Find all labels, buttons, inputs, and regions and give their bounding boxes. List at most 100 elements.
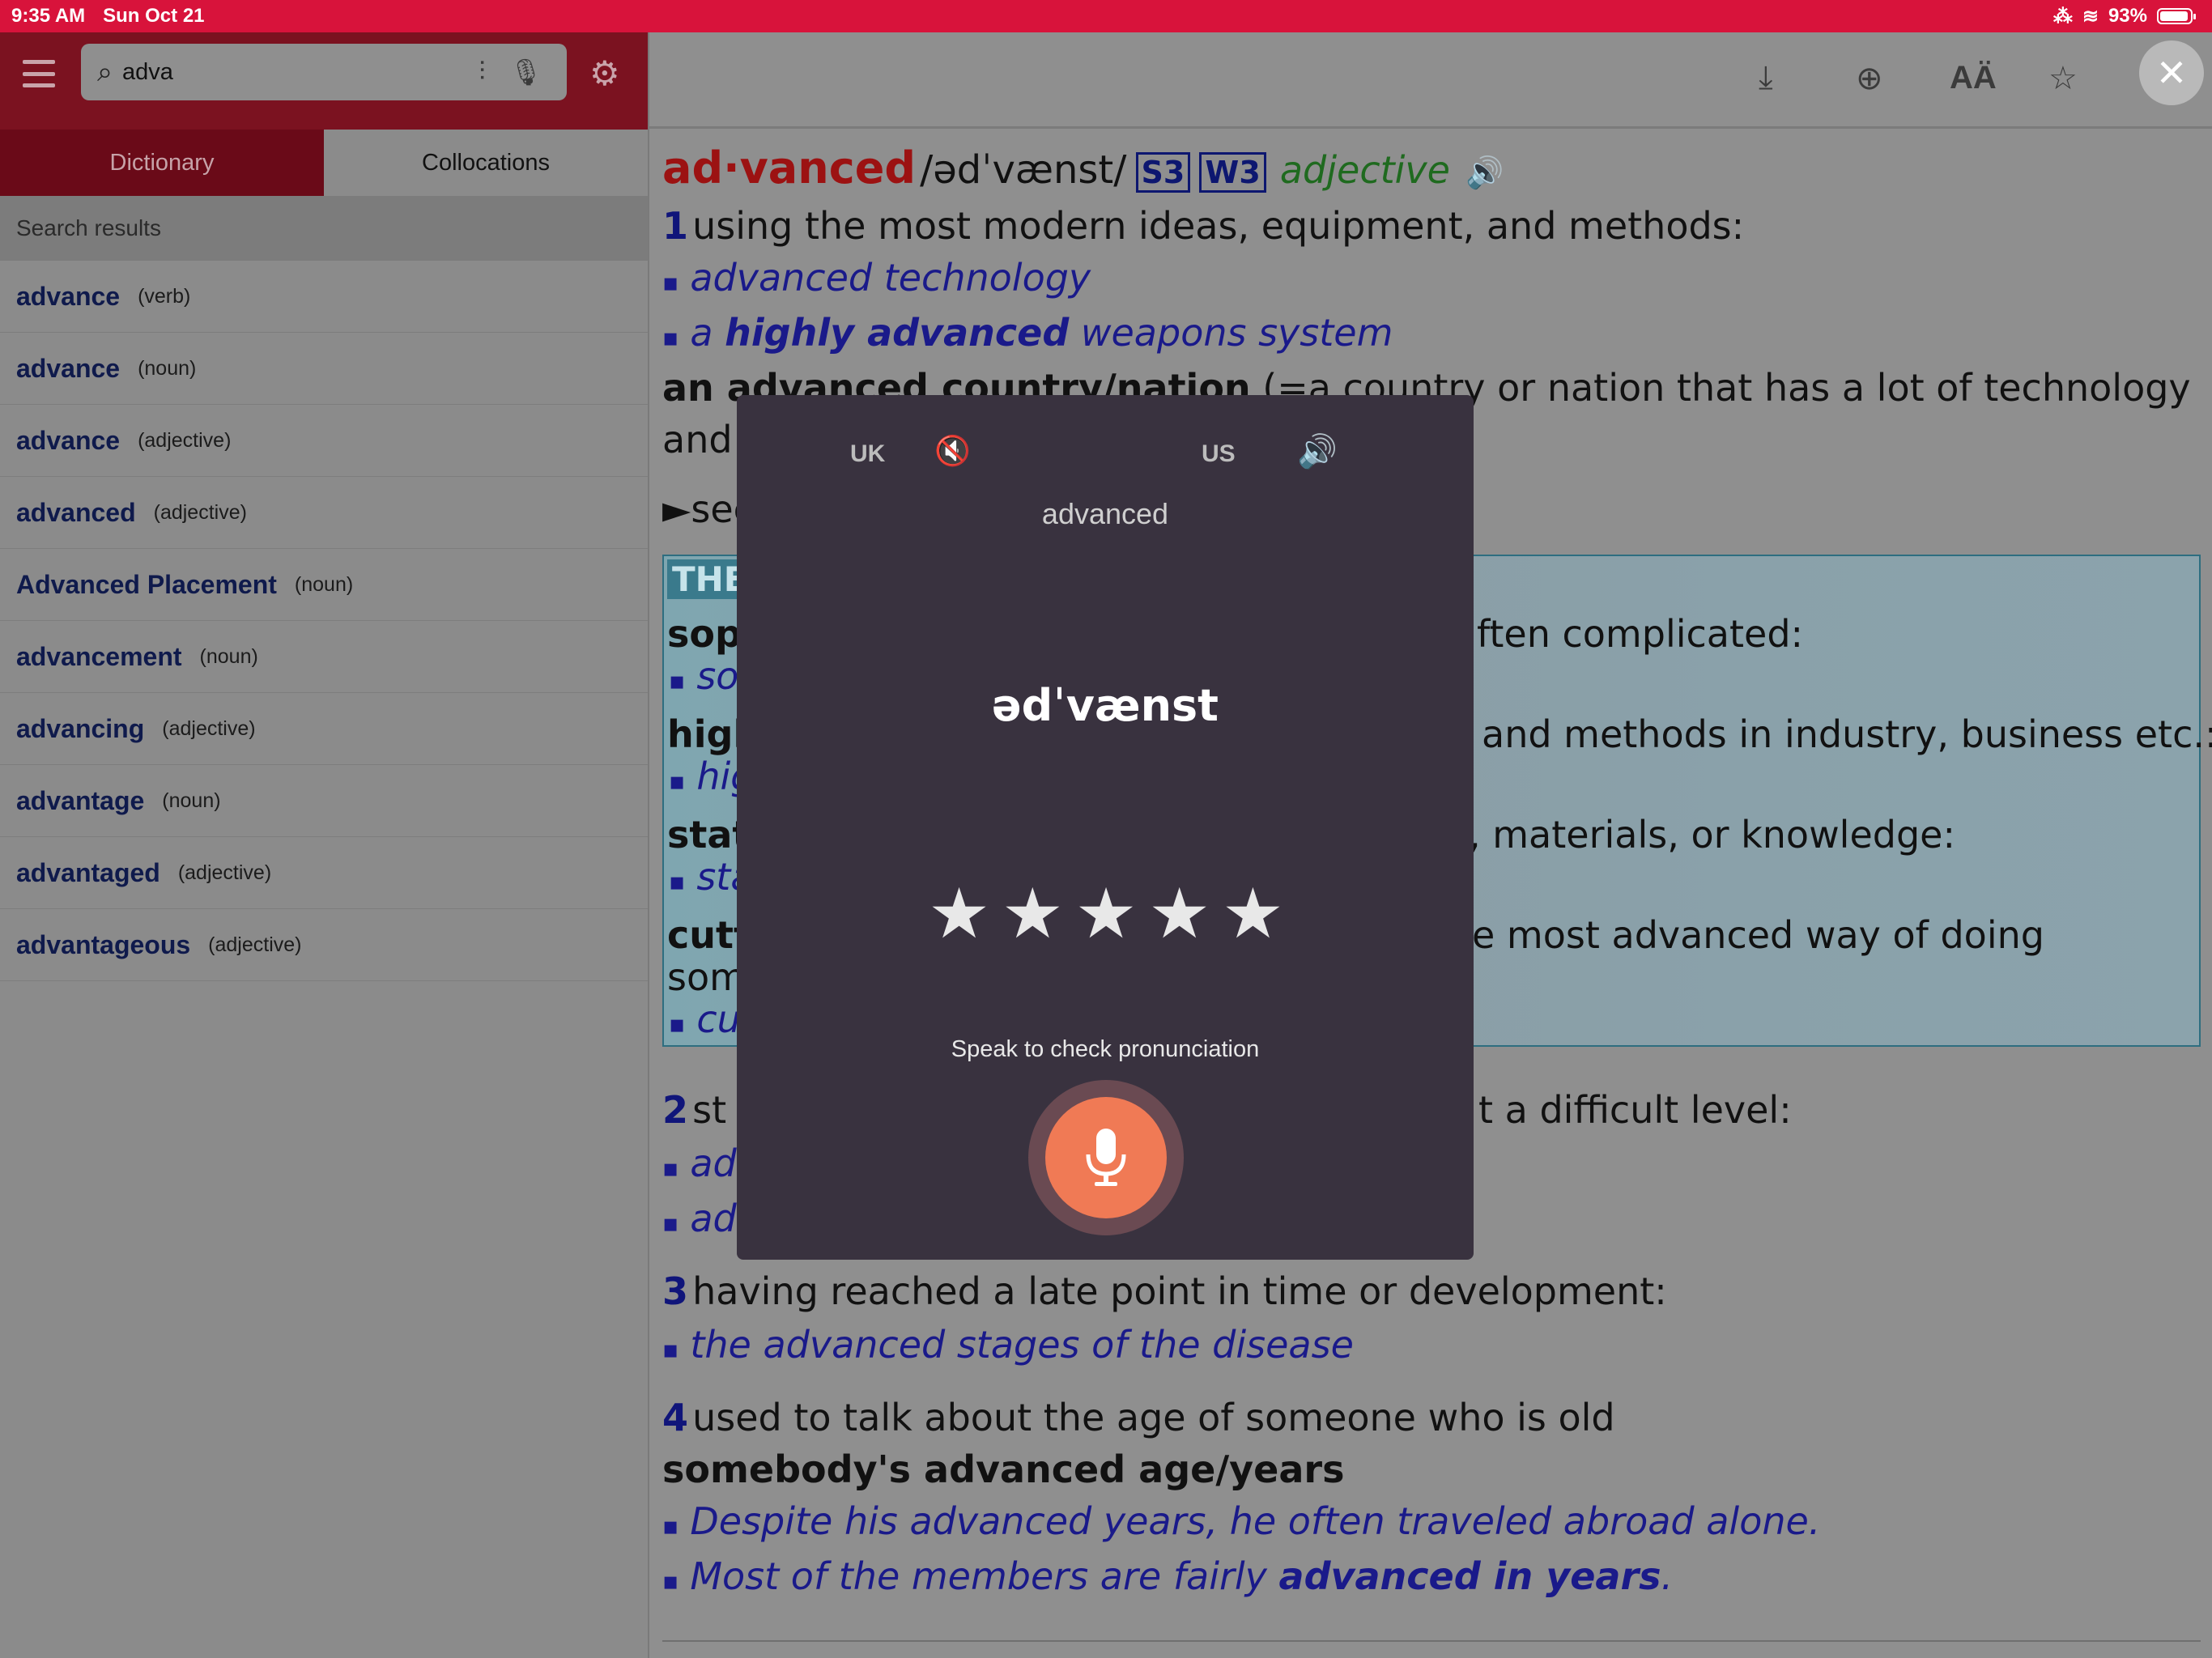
result-pos: (adjective) <box>177 861 272 884</box>
voice-search-icon[interactable]: 🎙 <box>509 57 542 87</box>
example: ▪ advanced technology <box>662 256 1091 300</box>
menu-icon[interactable] <box>23 60 55 87</box>
sense-2-rest: t a difficult level: <box>1478 1088 1792 1132</box>
phrase-text: somebody's advanced age/years <box>662 1448 1345 1491</box>
wifi-icon: ≋ <box>2082 5 2099 28</box>
example: ▪ a highly advanced weapons system <box>662 311 1393 355</box>
play-audio-icon[interactable]: 🔊 <box>1465 155 1504 190</box>
example-text: ad <box>690 1141 737 1185</box>
result-word: Advanced Placement <box>16 569 277 599</box>
sense-definition: using the most modern ideas, equipment, … <box>692 204 1745 248</box>
microphone-icon <box>1086 1129 1126 1186</box>
pronunciation-rating: ★ ★ ★ ★ ★ <box>928 879 1284 949</box>
result-item[interactable]: advantageous (adjective) <box>0 909 648 981</box>
font-size-icon[interactable]: AÄ <box>1950 60 1997 96</box>
us-accent-label[interactable]: US <box>1202 440 1236 468</box>
result-word: advantaged <box>16 857 160 887</box>
star-icon: ★ <box>928 875 991 953</box>
search-field[interactable]: ⌕ adva ⫶ 🎙 <box>81 44 567 100</box>
thesaurus-def: e most advanced way of doing <box>1472 913 2044 957</box>
star-icon: ★ <box>1221 875 1284 953</box>
thesaurus-definition: ften complicated: <box>1477 612 1803 656</box>
speaker-icon[interactable]: 🔊 <box>1297 432 1338 470</box>
thesaurus-definition: , materials, or knowledge: <box>1469 813 1955 857</box>
example: ▪ ad <box>662 1197 737 1240</box>
filter-icon[interactable]: ⫶ <box>479 57 485 87</box>
thesaurus-def: ften complicated: <box>1477 612 1804 656</box>
result-pos: (verb) <box>138 284 191 308</box>
sidebar-header: ⌕ adva ⫶ 🎙 ⚙ <box>0 32 648 130</box>
thesaurus-definition: and methods in industry, business etc.: <box>1482 712 2212 756</box>
status-date: Sun Oct 21 <box>103 5 205 27</box>
activity-icon: ⁂ <box>2052 5 2073 28</box>
result-word: advantageous <box>16 929 191 959</box>
result-word: advantage <box>16 785 145 815</box>
phrase: somebody's advanced age/years <box>662 1448 1344 1491</box>
headword: ad·vanced <box>662 142 916 193</box>
star-icon: ★ <box>1001 875 1064 953</box>
battery-level <box>2160 11 2188 21</box>
speaker-muted-icon[interactable]: 🔇 <box>934 434 971 468</box>
example: ▪ the advanced stages of the disease <box>662 1323 1354 1367</box>
add-icon[interactable]: ⊕ <box>1856 60 1883 97</box>
result-item[interactable]: advancement (noun) <box>0 621 648 693</box>
result-item[interactable]: advance (adjective) <box>0 405 648 477</box>
record-button[interactable] <box>1028 1080 1184 1235</box>
result-item[interactable]: advancing (adjective) <box>0 693 648 765</box>
sense-number: 1 <box>662 204 689 248</box>
result-item[interactable]: advanced (adjective) <box>0 477 648 549</box>
thesaurus-definition: e most advanced way of doing <box>1472 913 2044 957</box>
phrase-definition: and <box>662 418 733 461</box>
search-input[interactable]: adva <box>122 59 479 86</box>
example-text: Most of the members are fairly <box>690 1554 1279 1598</box>
result-item[interactable]: Advanced Placement (noun) <box>0 549 648 621</box>
search-icon: ⌕ <box>97 56 113 87</box>
battery-icon <box>2157 8 2196 24</box>
sense-number: 4 <box>662 1396 689 1439</box>
status-time: 9:35 AM <box>11 5 86 27</box>
example-text: ad <box>690 1197 737 1240</box>
star-icon: ★ <box>1148 875 1211 953</box>
result-pos: (adjective) <box>162 716 256 740</box>
sense-3: 3 having reached a late point in time or… <box>662 1269 1667 1313</box>
uk-accent-label[interactable]: UK <box>850 440 885 468</box>
results-list: advance (verb) advance (noun) advance (adje… <box>0 261 648 981</box>
result-pos: (noun) <box>294 572 354 596</box>
thesaurus-def: and methods in industry, business etc.: <box>1482 712 2212 756</box>
sidebar-tabs: Dictionary Collocations <box>0 130 648 196</box>
close-button[interactable]: ✕ <box>2139 40 2204 105</box>
result-word: advancing <box>16 713 145 743</box>
status-right: ⁂ ≋ 93% <box>2052 0 2196 32</box>
favorite-star-icon[interactable]: ☆ <box>2048 60 2078 97</box>
download-icon[interactable]: ⤓ <box>1759 60 1773 96</box>
practice-word: advanced <box>1041 497 1169 530</box>
result-pos: (adjective) <box>138 428 232 452</box>
result-pos: (noun) <box>162 789 221 812</box>
battery-percent: 93% <box>2108 5 2147 27</box>
result-word: advancement <box>16 641 182 671</box>
settings-icon[interactable]: ⚙ <box>589 53 620 93</box>
example-text: a <box>690 311 725 355</box>
result-pos: (adjective) <box>153 500 247 524</box>
result-word: advance <box>16 425 121 455</box>
thesaurus-term: higl <box>667 712 747 756</box>
thesaurus-example-text: cu <box>696 997 741 1041</box>
sense-4: 4 used to talk about the age of someone … <box>662 1396 1615 1439</box>
result-pos: (noun) <box>138 356 197 380</box>
thesaurus-word: higl <box>667 712 746 756</box>
tab-dictionary[interactable]: Dictionary <box>0 130 324 196</box>
thesaurus-example: ▪ so <box>669 654 739 698</box>
example-text: the advanced stages of the disease <box>690 1323 1354 1367</box>
thesaurus-example-text: so <box>696 654 739 698</box>
result-pos: (noun) <box>199 644 258 668</box>
sense-2: 2 st <box>662 1088 726 1132</box>
search-results-label: Search results <box>0 196 648 261</box>
result-item[interactable]: advance (verb) <box>0 261 648 333</box>
result-item[interactable]: advantage (noun) <box>0 765 648 837</box>
thesaurus-definition-continued: som <box>667 955 746 999</box>
record-button-inner[interactable] <box>1045 1097 1167 1218</box>
tab-collocations[interactable]: Collocations <box>324 130 648 196</box>
result-item[interactable]: advantaged (adjective) <box>0 837 648 909</box>
thesaurus-def: som <box>667 955 746 999</box>
result-item[interactable]: advance (noun) <box>0 333 648 405</box>
